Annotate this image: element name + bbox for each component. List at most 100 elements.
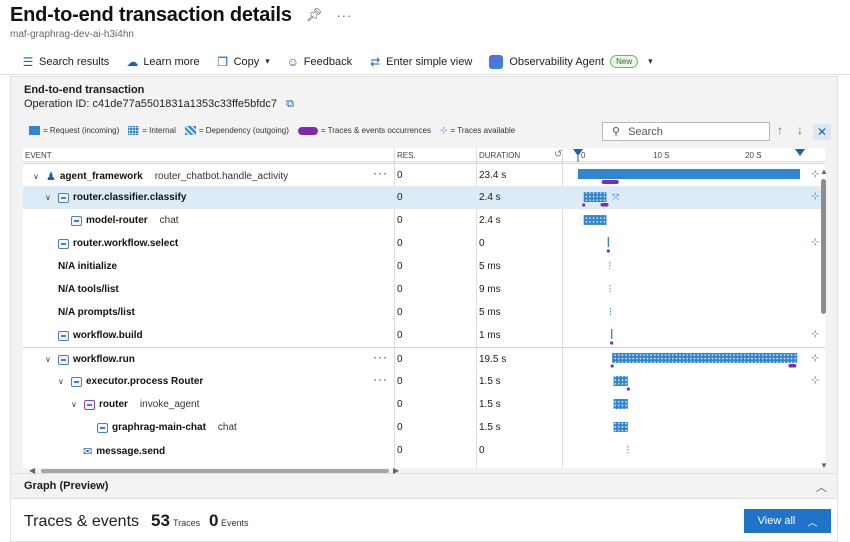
event-name: router.workflow.select [73, 238, 179, 249]
scrollbar-thumb[interactable] [41, 469, 389, 473]
duration-cell: 23.4 s [479, 170, 507, 181]
legend-internal: = Internal [128, 126, 176, 135]
request-swatch [29, 126, 40, 135]
close-icon[interactable]: ✕ [813, 124, 831, 140]
legend-traces-label: = Traces & events occurrences [320, 126, 431, 135]
dependency-swatch [184, 126, 196, 135]
row-more-icon[interactable]: ··· [373, 350, 388, 364]
dependency-icon [71, 215, 82, 226]
copy-button[interactable]: ❐ Copy ▾ [217, 55, 270, 69]
event-cell: ∨ executor.process Router [58, 376, 203, 387]
simple-view-button[interactable]: ⇄ Enter simple view [369, 55, 472, 69]
page-title: End-to-end transaction details [10, 3, 292, 26]
traces-label: Traces [173, 518, 201, 528]
duration-cell: 1.5 s [479, 399, 501, 410]
legend-dependency-label: = Dependency (outgoing) [198, 126, 289, 135]
observability-agent-button[interactable]: Observability Agent New ▾ [489, 54, 653, 69]
search-icon: ⚲ [612, 126, 621, 138]
internal-icon [58, 330, 69, 341]
chevron-down-icon[interactable]: ∨ [58, 377, 66, 386]
chevron-up-icon[interactable]: ︿ [816, 479, 827, 495]
learn-more-button[interactable]: ☁ Learn more [126, 55, 199, 69]
person-icon: ♟ [46, 171, 56, 183]
table-row[interactable]: ∨ executor.process Router ··· 0 1.5 s ⊹ [23, 370, 825, 393]
agent-icon [84, 399, 95, 410]
arrow-up-icon[interactable]: ↑ [777, 123, 783, 137]
copy-id-icon[interactable]: ⧉ [286, 98, 294, 110]
view-all-button[interactable]: View all ︿ [744, 509, 831, 533]
column-duration: DURATION [479, 151, 521, 160]
search-results-button[interactable]: ☰ Search results [22, 54, 110, 69]
legend-available: ⊹ = Traces available [440, 125, 515, 136]
event-cell: ∨ router invoke_agent [71, 399, 199, 410]
chevron-down-icon[interactable]: ∨ [33, 172, 41, 181]
legend-available-label: = Traces available [450, 126, 516, 135]
event-name: model-router [86, 215, 148, 226]
table-row[interactable]: graphrag-main-chat chat 0 1.5 s [23, 416, 825, 439]
table-row[interactable]: ∨ router.classifier.classify 0 2.4 s ⊹ [23, 186, 825, 209]
graph-title: Graph (Preview) [24, 480, 109, 492]
message-icon: ✉ [83, 446, 93, 458]
row-more-icon[interactable]: ··· [373, 166, 388, 180]
duration-cell: 1.5 s [479, 376, 501, 387]
traces-available-icon: ⊹ [439, 125, 448, 135]
simple-view-label: Enter simple view [386, 55, 473, 68]
more-icon[interactable]: ··· [336, 8, 352, 23]
scroll-up-icon[interactable]: ▲ [820, 167, 828, 176]
table-row[interactable]: router.workflow.select 0 0 ⊹ [23, 232, 825, 255]
pin-icon[interactable]: 📌︎ [306, 7, 323, 23]
event-cell: graphrag-main-chat chat [97, 422, 237, 433]
event-cell: ∨ router.classifier.classify [45, 192, 186, 203]
duration-cell: 0 [479, 445, 485, 456]
table-row[interactable]: ∨ router invoke_agent 0 1.5 s [23, 393, 825, 416]
row-more-icon[interactable]: ··· [373, 372, 388, 386]
arrow-down-icon[interactable]: ↓ [797, 123, 803, 137]
transaction-grid: EVENT RES. DURATION ↺ 0 10 S 20 S ∨ ♟ ag… [23, 148, 825, 468]
event-name: router [99, 399, 128, 410]
chevron-down-icon[interactable]: ∨ [45, 355, 53, 364]
table-row[interactable]: ✉ message.send 0 0 [23, 439, 825, 462]
feedback-button[interactable]: ☺ Feedback [287, 55, 352, 69]
agent-icon [489, 54, 504, 69]
res-cell: 0 [397, 170, 403, 181]
event-name: N/A initialize [58, 261, 118, 272]
chevron-down-icon[interactable]: ∨ [45, 193, 53, 202]
cloud-icon: ☁ [126, 54, 139, 69]
legend-request: = Request (incoming) [29, 126, 119, 135]
search-input[interactable]: ⚲ Search [602, 122, 770, 141]
view-all-label: View all [757, 515, 796, 527]
column-event: EVENT [25, 151, 52, 160]
graph-section-header[interactable]: Graph (Preview) ︿ [10, 474, 838, 499]
copy-label: Copy [233, 55, 260, 68]
duration-cell: 2.4 s [479, 215, 501, 226]
vertical-scrollbar[interactable]: ▲ ▼ [819, 167, 829, 470]
duration-cell: 19.5 s [479, 354, 507, 365]
res-cell: 0 [397, 284, 403, 295]
chevron-down-icon: ▾ [265, 56, 270, 66]
table-row[interactable]: N/A initialize 0 5 ms [23, 255, 825, 278]
scroll-down-icon[interactable]: ▼ [820, 461, 828, 470]
list-icon: ☰ [22, 54, 34, 69]
table-row[interactable]: ∨ workflow.run ··· 0 19.5 s ⊹ [23, 347, 825, 370]
duration-cell: 0 [479, 238, 485, 249]
events-label: Events [221, 518, 249, 528]
scrollbar-thumb[interactable] [821, 179, 826, 314]
chevron-down-icon[interactable]: ∨ [71, 400, 79, 409]
table-row[interactable]: ∨ ♟ agent_framework router_chatbot.handl… [23, 163, 825, 186]
feedback-icon: ☺ [286, 54, 300, 69]
table-row[interactable]: model-router chat 0 2.4 s [23, 209, 825, 232]
legend: = Request (incoming) = Internal = Depend… [29, 125, 524, 136]
traces-count: 53 [151, 511, 170, 530]
table-row[interactable]: N/A prompts/list 0 5 ms [23, 301, 825, 324]
section-title: End-to-end transaction [24, 84, 145, 96]
table-row[interactable]: N/A tools/list 0 9 ms [23, 278, 825, 301]
event-name: workflow.build [73, 330, 143, 341]
res-cell: 0 [397, 215, 403, 226]
res-cell: 0 [397, 422, 403, 433]
chevron-down-icon[interactable]: ▾ [648, 56, 653, 67]
operation-id-label: Operation ID: [24, 98, 90, 110]
res-cell: 0 [397, 376, 403, 387]
traces-swatch [297, 126, 318, 135]
legend-traces: = Traces & events occurrences [297, 126, 431, 135]
table-row[interactable]: workflow.build 0 1 ms ⊹ [23, 324, 825, 347]
